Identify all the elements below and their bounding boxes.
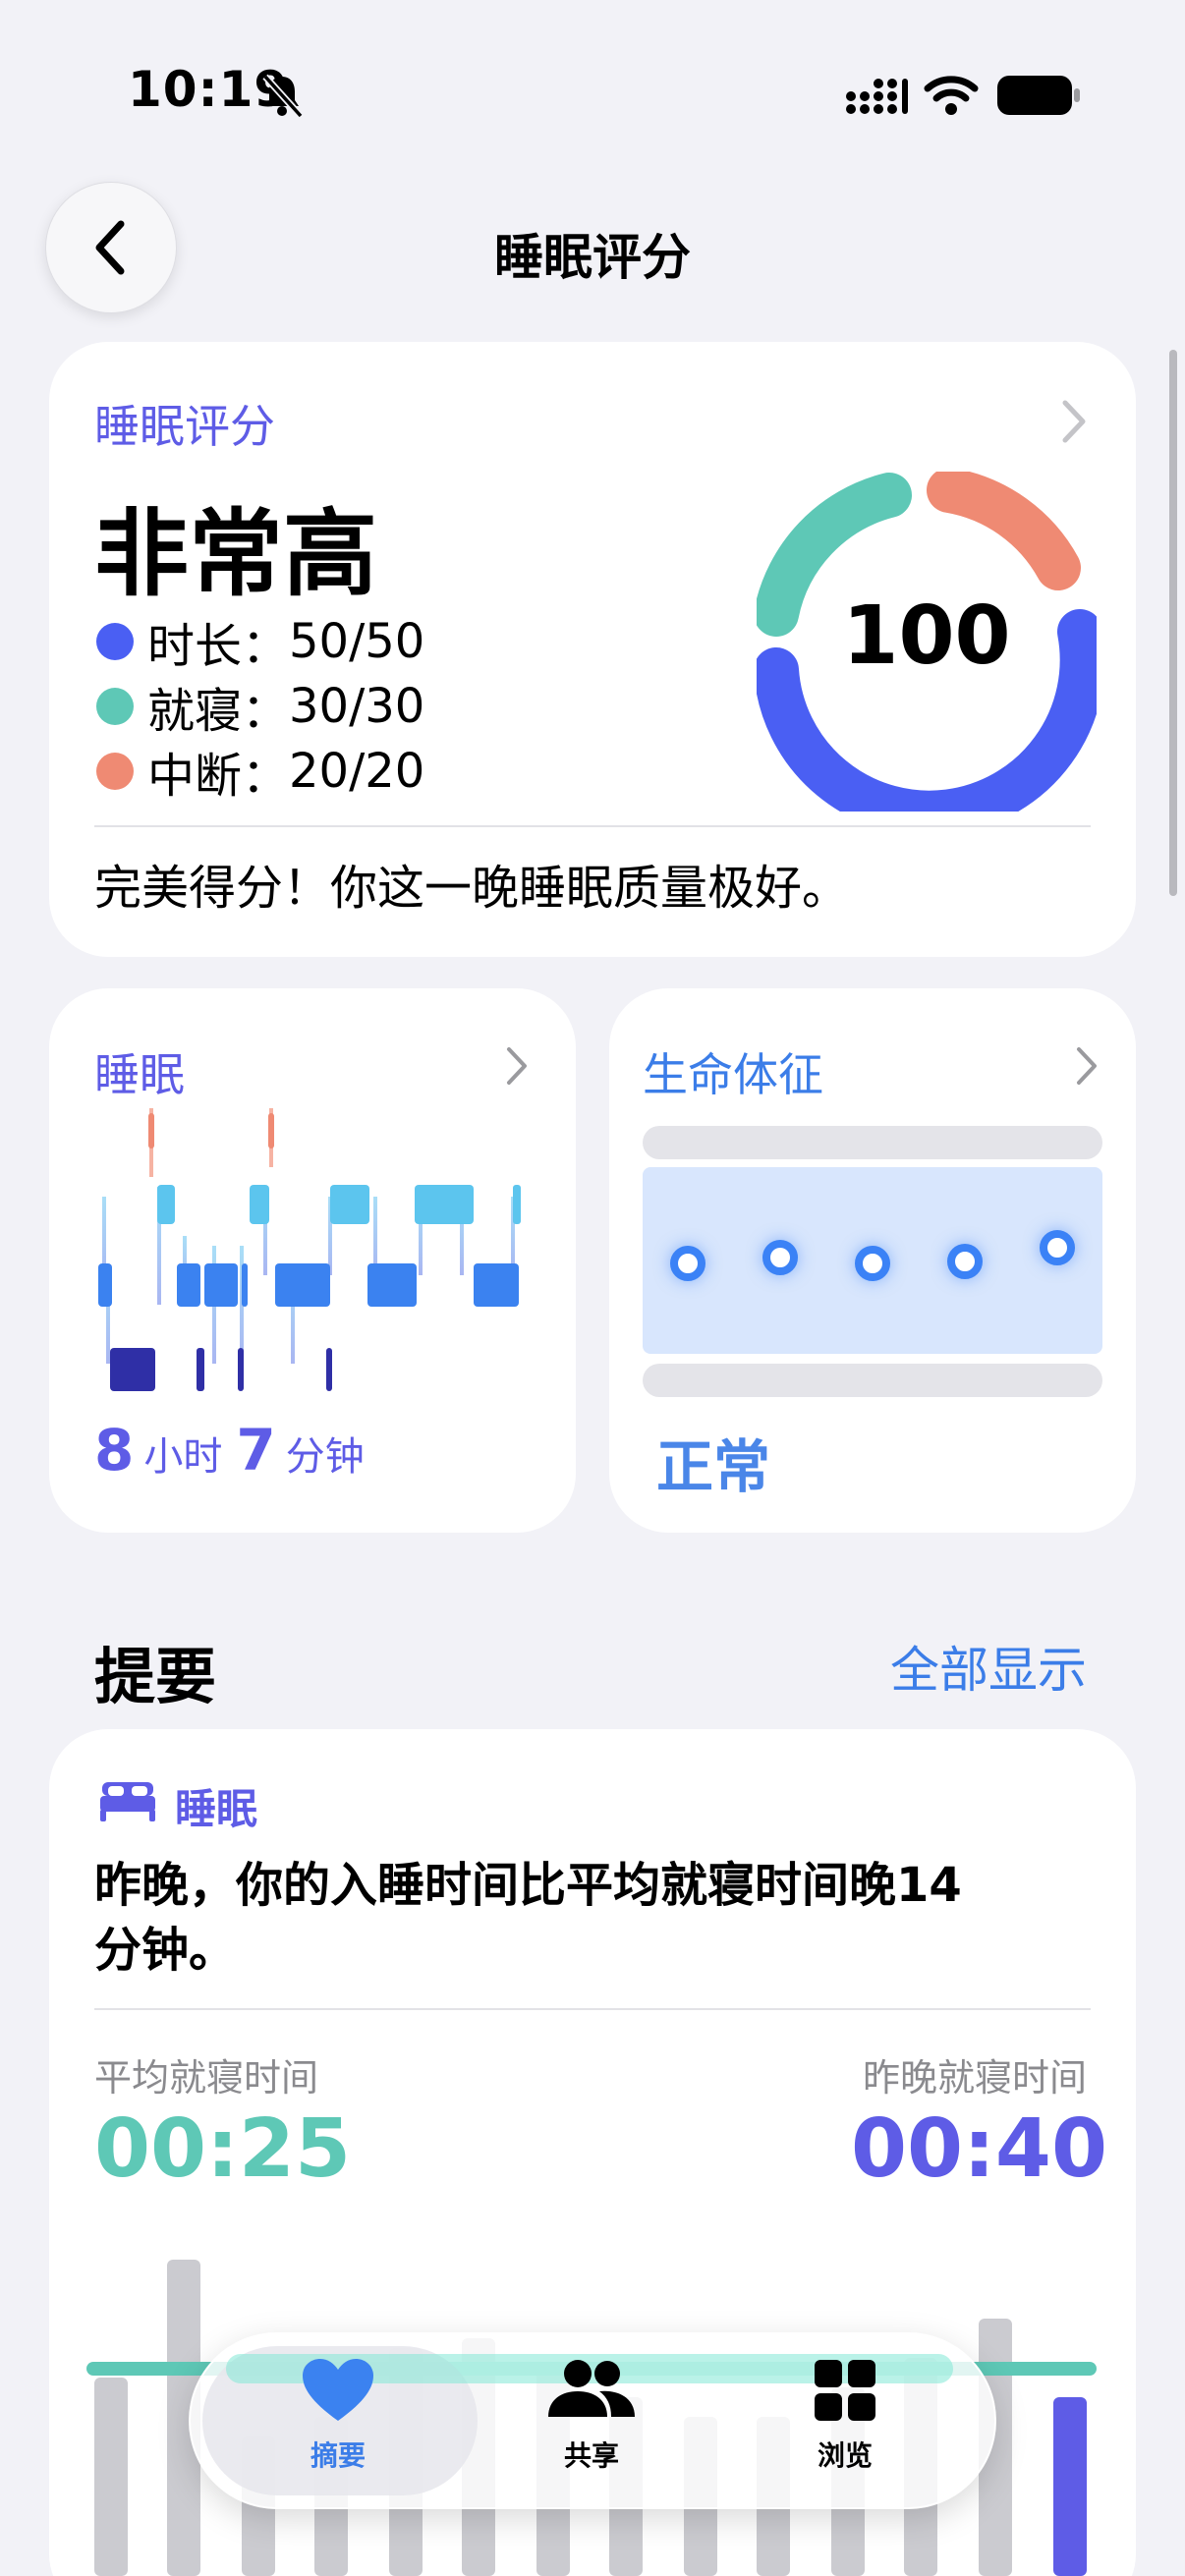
score-item-label: 时长： xyxy=(147,619,290,674)
score-item-label: 就寝： xyxy=(147,684,290,739)
tab-browse[interactable]: 浏览 xyxy=(747,2358,943,2474)
tab-summary[interactable]: 摘要 xyxy=(240,2358,436,2474)
highlight-category: 睡眠 xyxy=(175,1785,258,1833)
divider xyxy=(94,2008,1091,2010)
tab-sharing[interactable]: 共享 xyxy=(493,2358,690,2474)
cellular-signal-icon xyxy=(846,79,908,114)
heart-icon xyxy=(303,2359,373,2421)
score-item-bedtime: 就寝： 30/30 xyxy=(96,672,424,741)
vitals-point xyxy=(947,1244,983,1279)
vitals-card-label: 生命体征 xyxy=(643,1048,823,1101)
vitals-range-bar-bottom xyxy=(643,1364,1102,1397)
score-item-value: 30/30 xyxy=(289,679,425,734)
divider xyxy=(94,825,1091,827)
page-title: 睡眠评分 xyxy=(494,229,691,286)
people-icon xyxy=(548,2360,635,2417)
duration-hours-unit: 小时 xyxy=(143,1434,223,1480)
score-summary: 完美得分！你这一晚睡眠质量极好。 xyxy=(94,861,850,916)
sleep-score-label: 睡眠评分 xyxy=(94,400,275,453)
bedtime-dot xyxy=(96,688,134,725)
last-bedtime-value: 00:40 xyxy=(851,2102,1108,2196)
chevron-right-icon[interactable] xyxy=(1059,397,1089,446)
duration-dot xyxy=(96,623,134,660)
bedtime-bar-last xyxy=(1053,2397,1087,2576)
chevron-right-icon[interactable] xyxy=(503,1041,533,1091)
vitals-point xyxy=(670,1246,705,1281)
vitals-point xyxy=(1040,1230,1075,1265)
score-item-value: 20/20 xyxy=(289,744,425,799)
score-level: 非常高 xyxy=(94,499,377,609)
score-item-value: 50/50 xyxy=(289,614,425,669)
highlight-text: 昨晚，你的入睡时间比平均就寝时间晚14 分钟。 xyxy=(94,1858,962,1978)
score-item-interruptions: 中断： 20/20 xyxy=(96,737,424,806)
silent-bell-icon xyxy=(262,74,304,119)
sleep-duration: 8 小时 7 分钟 xyxy=(94,1417,378,1484)
tab-label: 浏览 xyxy=(817,2439,873,2472)
battery-icon xyxy=(997,76,1080,115)
sleep-card-label: 睡眠 xyxy=(94,1048,185,1101)
duration-minutes: 7 xyxy=(236,1417,276,1484)
bedtime-bar xyxy=(94,2378,128,2576)
tab-label: 共享 xyxy=(563,2439,619,2472)
chevron-right-icon[interactable] xyxy=(1073,1041,1102,1091)
tab-label: 摘要 xyxy=(310,2439,366,2472)
avg-bedtime-label: 平均就寝时间 xyxy=(94,2056,319,2100)
bed-icon xyxy=(100,1782,155,1821)
wifi-icon xyxy=(924,76,979,115)
interruptions-dot xyxy=(96,753,134,790)
score-value: 100 xyxy=(842,589,1011,683)
scroll-indicator[interactable] xyxy=(1169,350,1177,896)
duration-minutes-unit: 分钟 xyxy=(285,1434,365,1480)
vitals-point xyxy=(855,1246,890,1281)
vitals-status: 正常 xyxy=(656,1433,771,1500)
duration-hours: 8 xyxy=(94,1417,135,1484)
score-item-label: 中断： xyxy=(147,749,290,804)
last-bedtime-label: 昨晚就寝时间 xyxy=(863,2056,1088,2100)
vitals-range-bar-top xyxy=(643,1126,1102,1159)
section-title-highlights: 提要 xyxy=(94,1641,217,1712)
avg-bedtime-value: 00:25 xyxy=(94,2102,352,2196)
vitals-point xyxy=(762,1240,798,1275)
show-all-link[interactable]: 全部显示 xyxy=(890,1631,1087,1702)
sleep-stages-chart xyxy=(98,1108,521,1391)
score-item-duration: 时长： 50/50 xyxy=(96,607,424,676)
grid-icon xyxy=(815,2360,875,2421)
